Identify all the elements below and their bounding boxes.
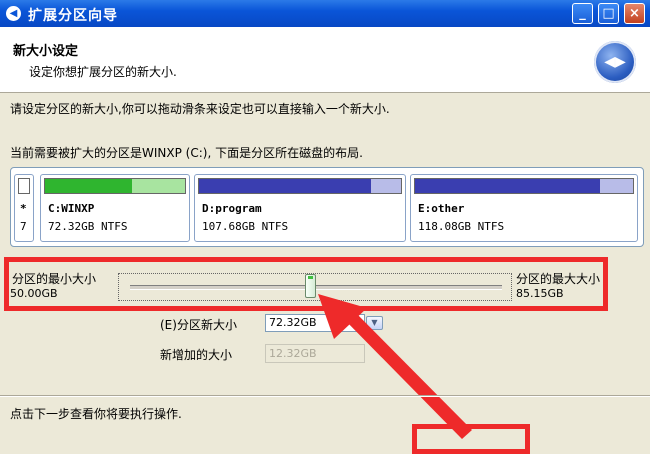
- footer-divider: [0, 395, 650, 397]
- annotation-arrow: [318, 294, 472, 439]
- annotation-arrow-shaft: [340, 307, 472, 439]
- footer-hint: 点击下一步查看你将要执行操作.: [10, 407, 182, 421]
- annotation-highlight-next-button: [412, 424, 530, 454]
